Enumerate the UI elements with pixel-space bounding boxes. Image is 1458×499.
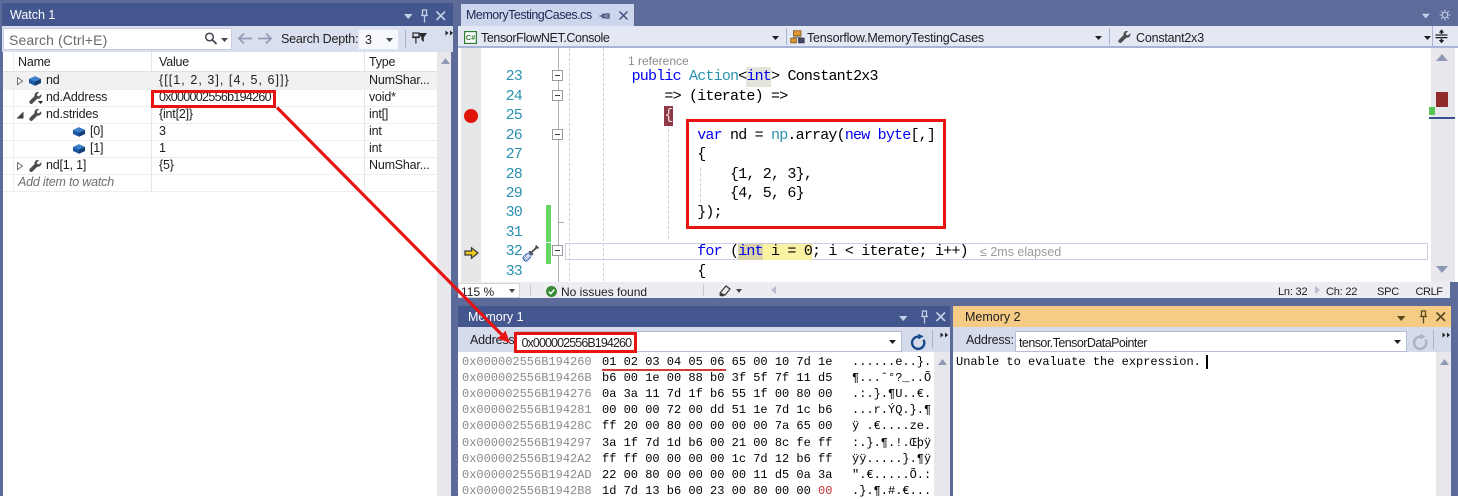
svg-text:C#: C# <box>466 33 476 42</box>
